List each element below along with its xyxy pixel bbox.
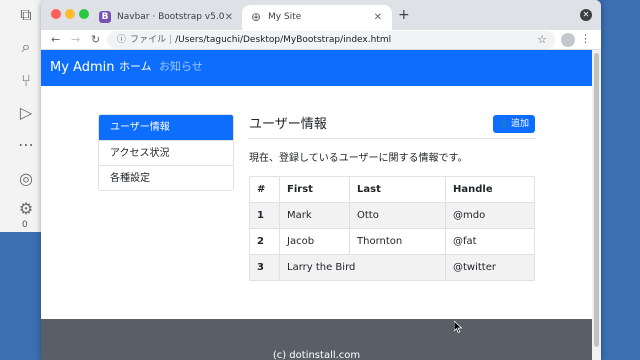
table-header: # <box>249 176 280 203</box>
main-header: ユーザー情報 👤 追加 <box>249 114 536 139</box>
nav-link-news[interactable]: お知らせ <box>159 50 203 84</box>
users-table: # First Last Handle 1 Mark Otto @mdo 2 J… <box>249 176 535 281</box>
page-viewport: My Admin ホーム お知らせ ユーザー情報 アクセス状況 各種設定 ユーザ… <box>41 50 592 360</box>
table-cell: Thornton <box>349 228 446 255</box>
table-cell: @mdo <box>445 202 535 229</box>
globe-icon: ⊕ <box>250 10 262 24</box>
window-close-icon[interactable]: ✕ <box>580 9 592 21</box>
settings-icon[interactable]: ⚙ <box>17 200 35 218</box>
browser-toolbar: ← → ↻ ⓘ ファイル |/Users/taguchi/Desktop/MyBoo… <box>41 30 601 50</box>
table-cell: 2 <box>249 228 280 255</box>
reload-icon[interactable]: ↻ <box>91 32 100 48</box>
tab-close-icon[interactable]: ✕ <box>225 5 233 30</box>
sidebar-item-user-info[interactable]: ユーザー情報 <box>99 115 233 140</box>
sidebar-list-group: ユーザー情報 アクセス状況 各種設定 <box>98 114 234 191</box>
table-header: Handle <box>445 176 535 203</box>
table-row: 3 Larry the Bird @twitter <box>249 254 535 281</box>
add-user-button[interactable]: 👤 追加 <box>493 115 535 133</box>
page-description: 現在、登録しているユーザーに関する情報です。 <box>249 153 468 164</box>
table-header: First <box>279 176 350 203</box>
site-navbar: My Admin ホーム お知らせ <box>41 50 592 86</box>
run-debug-icon[interactable]: ▷ <box>17 104 35 122</box>
table-cell: @twitter <box>445 254 535 281</box>
close-window-button[interactable] <box>51 9 61 19</box>
add-button-label: 追加 <box>510 119 529 129</box>
sidebar-item-access-status[interactable]: アクセス状況 <box>99 140 233 165</box>
bootstrap-icon: B <box>99 11 111 23</box>
browser-window: B Navbar · Bootstrap v5.0 ✕ ⊕ My Site ✕ … <box>41 0 601 360</box>
site-footer: (c) dotinstall.com <box>41 319 592 360</box>
account-icon[interactable]: ◎ <box>17 170 35 188</box>
info-icon[interactable]: ⓘ <box>117 35 126 45</box>
sidebar-item-settings[interactable]: 各種設定 <box>99 165 233 190</box>
table-cell: 1 <box>249 202 280 229</box>
tab-navbar-bootstrap[interactable]: B Navbar · Bootstrap v5.0 ✕ <box>91 5 243 30</box>
table-header: Last <box>349 176 446 203</box>
tab-strip: B Navbar · Bootstrap v5.0 ✕ ⊕ My Site ✕ … <box>41 0 601 30</box>
page-scrollbar[interactable] <box>592 50 601 360</box>
tab-close-icon[interactable]: ✕ <box>374 5 382 30</box>
profile-avatar[interactable] <box>561 33 575 47</box>
files-icon[interactable]: ⧉ <box>17 6 35 24</box>
more-icon[interactable]: ⋯ <box>17 136 35 154</box>
tab-title: My Site <box>268 12 302 22</box>
table-cell: Otto <box>349 202 446 229</box>
navbar-brand[interactable]: My Admin <box>50 50 114 86</box>
tab-title: Navbar · Bootstrap v5.0 <box>117 12 225 22</box>
menu-kebab-icon[interactable]: ⋮ <box>580 32 591 45</box>
table-row: 2 Jacob Thornton @fat <box>249 228 535 255</box>
table-cell: Larry the Bird <box>279 254 446 281</box>
maximize-window-button[interactable] <box>79 9 89 19</box>
address-bar[interactable]: ⓘ ファイル |/Users/taguchi/Desktop/MyBootstrap… <box>107 31 555 49</box>
table-header-row: # First Last Handle <box>249 176 535 203</box>
footer-text: (c) dotinstall.com <box>272 350 361 360</box>
back-arrow-icon[interactable]: ← <box>51 32 60 48</box>
forward-arrow-icon[interactable]: → <box>71 32 80 48</box>
mouse-pointer-icon <box>454 321 463 333</box>
search-icon[interactable]: ⌕ <box>17 38 35 56</box>
source-control-icon[interactable]: ⑂ <box>17 72 35 90</box>
table-cell: Jacob <box>279 228 350 255</box>
bookmark-star-icon[interactable]: ☆ <box>537 31 547 49</box>
table-row: 1 Mark Otto @mdo <box>249 202 535 229</box>
table-cell: Mark <box>279 202 350 229</box>
new-tab-button[interactable]: + <box>398 6 410 24</box>
scrollbar-thumb[interactable] <box>594 53 599 347</box>
nav-link-home[interactable]: ホーム <box>119 50 152 84</box>
table-cell: 3 <box>249 254 280 281</box>
table-cell: @fat <box>445 228 535 255</box>
minimize-window-button[interactable] <box>65 9 75 19</box>
tab-my-site[interactable]: ⊕ My Site ✕ <box>242 5 392 30</box>
status-count: 0 <box>22 220 28 230</box>
address-path: /Users/taguchi/Desktop/MyBootstrap/index… <box>175 35 392 45</box>
address-scheme: ファイル <box>130 35 167 45</box>
main-content: ユーザー情報 👤 追加 現在、登録しているユーザーに関する情報です。 # Firs… <box>249 114 536 281</box>
person-plus-icon: 👤 <box>499 119 509 128</box>
page-title: ユーザー情報 <box>249 117 327 132</box>
